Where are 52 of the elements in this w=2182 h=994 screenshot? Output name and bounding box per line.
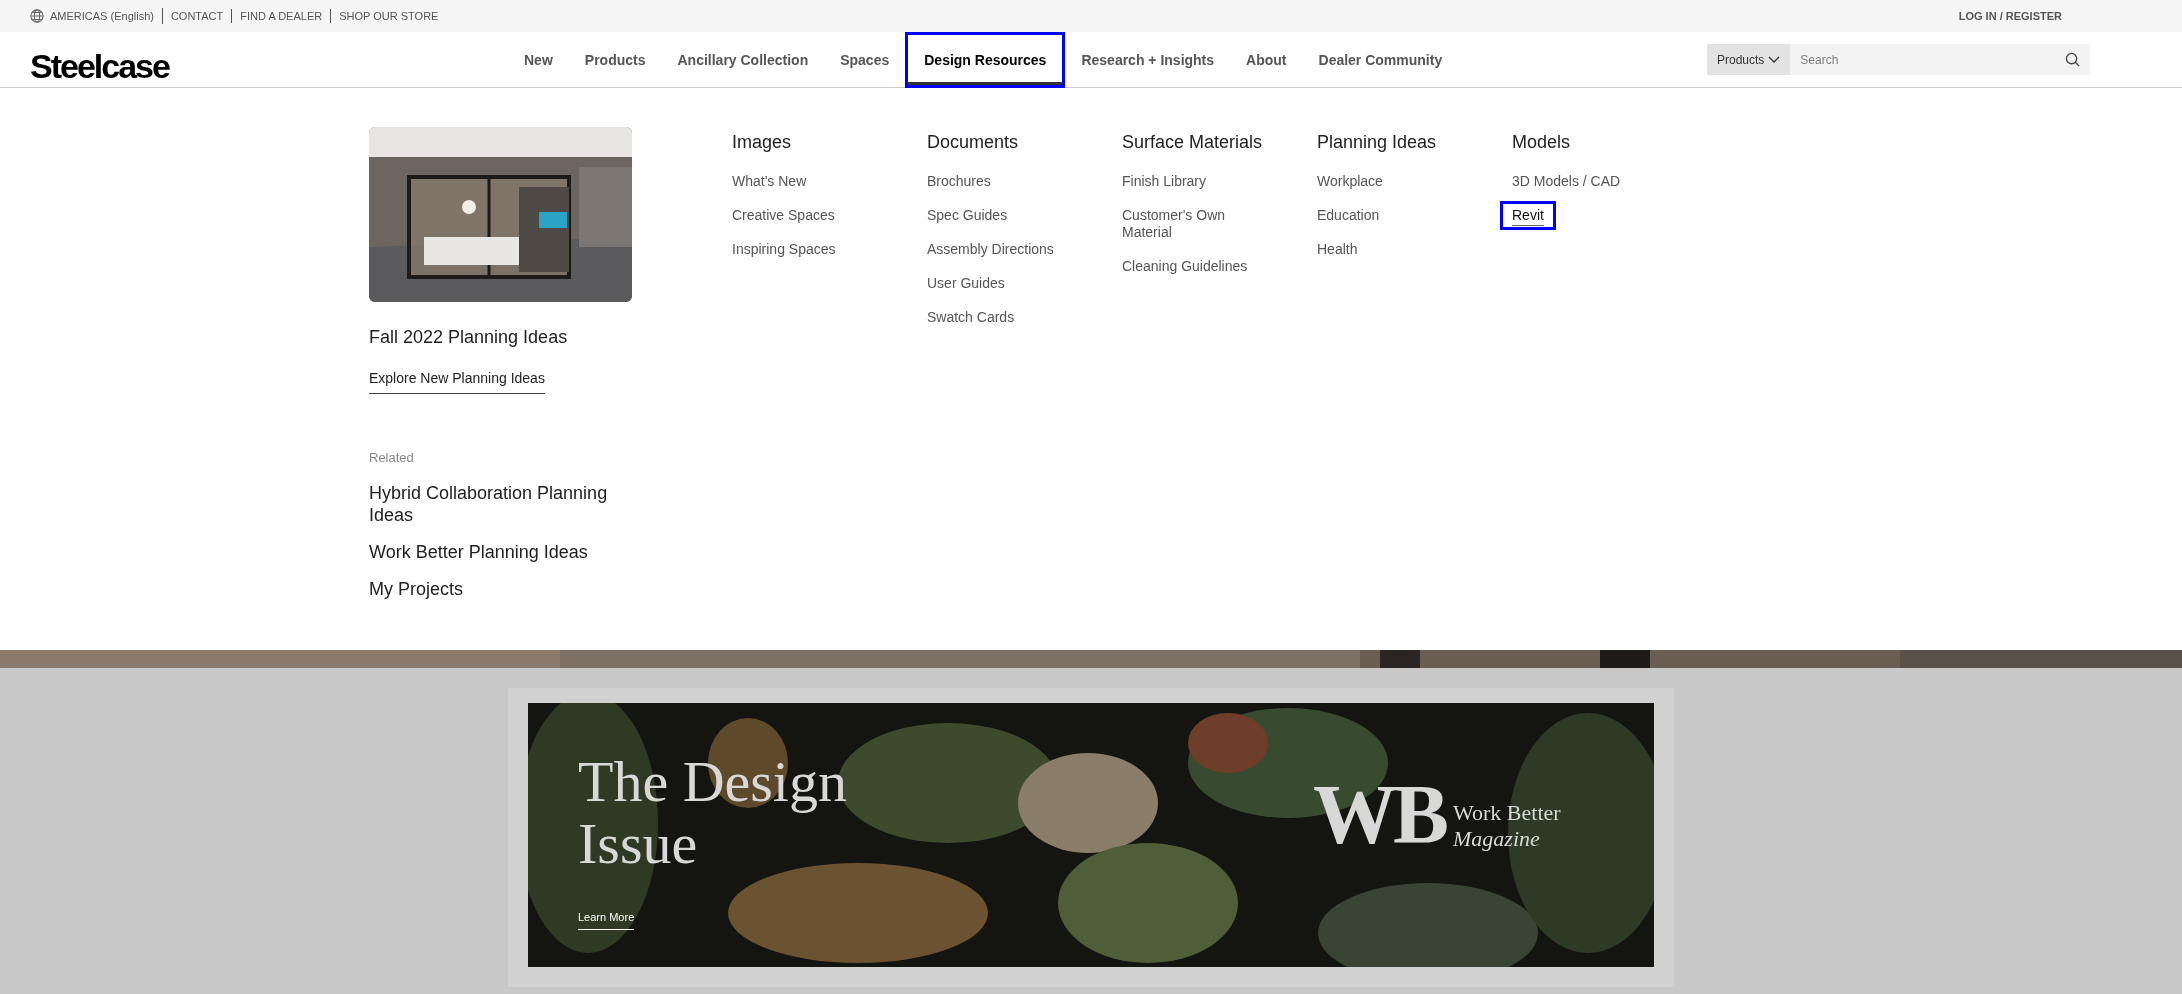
banner-title: Issue — [578, 813, 698, 875]
magazine-name: Work Better — [1453, 800, 1561, 826]
related-link[interactable]: Hybrid Collaboration Planning Ideas — [369, 481, 639, 526]
menu-link[interactable]: User Guides — [927, 275, 1005, 292]
menu-link[interactable]: What's New — [732, 173, 807, 190]
menu-link[interactable]: Education — [1317, 207, 1380, 224]
nav-tab[interactable]: Products — [568, 32, 662, 88]
column-heading: Documents — [927, 131, 1020, 154]
chevron-down-icon — [1768, 55, 1781, 64]
column-heading: Planning Ideas — [1317, 131, 1438, 154]
related-link[interactable]: Work Better Planning Ideas — [369, 540, 639, 563]
related-heading: Related — [369, 449, 415, 467]
related-link[interactable]: My Projects — [369, 577, 639, 600]
region-link[interactable]: AMERICAS (English) — [50, 7, 154, 25]
login-link[interactable]: LOG IN / REGISTER — [1958, 7, 2062, 25]
utility-link[interactable]: SHOP OUR STORE — [331, 9, 447, 23]
magazine-name: Magazine — [1453, 826, 1541, 852]
nav-tab[interactable]: Spaces — [824, 32, 906, 88]
menu-link[interactable]: Customer's Own Material — [1122, 207, 1272, 241]
feature-title[interactable]: Fall 2022 Planning Ideas — [369, 324, 732, 351]
menu-link[interactable]: Spec Guides — [927, 207, 1008, 224]
nav-tab[interactable]: Research + Insights — [1065, 32, 1231, 88]
menu-link[interactable]: Finish Library — [1122, 173, 1207, 190]
nav-tab[interactable]: Dealer Community — [1302, 32, 1459, 88]
menu-link[interactable]: Inspiring Spaces — [732, 241, 836, 258]
utility-link[interactable]: FIND A DEALER — [232, 9, 332, 23]
search-icon[interactable] — [2065, 52, 2081, 67]
menu-link[interactable]: Revit — [1500, 201, 1556, 230]
nav-tab[interactable]: About — [1230, 32, 1303, 88]
explore-link[interactable]: Explore New Planning Ideas — [369, 368, 545, 394]
utility-link[interactable]: CONTACT — [162, 9, 233, 23]
menu-link[interactable]: Creative Spaces — [732, 207, 835, 224]
menu-link[interactable]: Health — [1317, 241, 1358, 258]
search-scope-dropdown[interactable]: Products — [1707, 44, 1791, 75]
menu-link[interactable]: Brochures — [927, 173, 991, 190]
learn-more-link[interactable]: Learn More — [578, 909, 635, 930]
logo[interactable]: Steelcase — [30, 41, 173, 92]
menu-link[interactable]: Swatch Cards — [927, 309, 1015, 326]
menu-link[interactable]: Assembly Directions — [927, 241, 1054, 258]
menu-link[interactable]: 3D Models / CAD — [1512, 173, 1621, 190]
menu-link[interactable]: Workplace — [1317, 173, 1383, 190]
monogram-logo: WB — [1313, 767, 1447, 863]
nav-tab[interactable]: Design Resources — [905, 32, 1066, 88]
nav-tab[interactable]: Ancillary Collection — [661, 32, 825, 88]
globe-icon — [30, 9, 44, 23]
column-heading: Surface Materials — [1122, 131, 1264, 154]
search-field[interactable]: Search — [1790, 44, 2091, 75]
column-heading: Images — [732, 131, 793, 154]
banner-title: The Design — [578, 751, 847, 813]
column-heading: Models — [1512, 131, 1572, 154]
nav-tab[interactable]: New — [508, 32, 569, 88]
menu-link[interactable]: Cleaning Guidelines — [1122, 258, 1248, 275]
